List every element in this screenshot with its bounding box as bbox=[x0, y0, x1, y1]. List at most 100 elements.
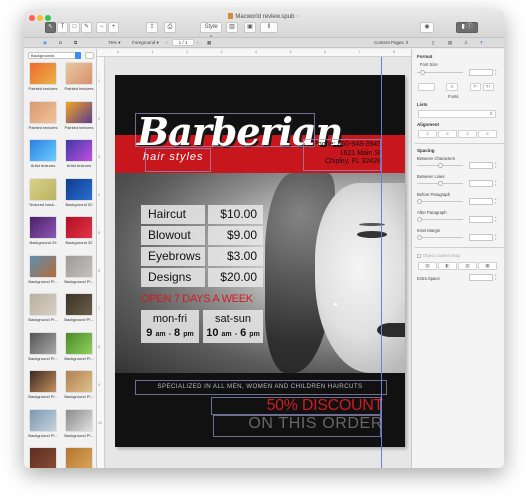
character-spacing-stepper[interactable]: ▴ ▾ bbox=[495, 161, 498, 169]
font-color-well[interactable] bbox=[418, 83, 435, 91]
inspector-tab-layout[interactable]: ▤ bbox=[448, 40, 452, 46]
decrease-font-button[interactable]: T- bbox=[470, 83, 481, 91]
background-thumbnail[interactable]: Painted textures bbox=[27, 101, 59, 130]
before-paragraph-stepper[interactable]: ▴ ▾ bbox=[495, 197, 498, 205]
zoom-out-button[interactable]: − bbox=[96, 22, 107, 33]
page-next-button[interactable]: › bbox=[197, 40, 199, 45]
after-paragraph-field[interactable] bbox=[469, 216, 493, 223]
inset-margin-field[interactable] bbox=[469, 234, 493, 241]
vertical-ruler: 1 2 3 4 5 6 7 8 9 10 bbox=[97, 57, 105, 468]
background-thumbnail[interactable]: Background Pl... bbox=[63, 294, 95, 322]
wrap-left-button[interactable]: ◧ bbox=[438, 262, 457, 270]
columns-button[interactable]: ▥ bbox=[226, 22, 238, 33]
background-thumbnail[interactable]: Background Pl... bbox=[63, 332, 95, 361]
sidebar-tab-pages[interactable]: ⧉ bbox=[74, 40, 77, 45]
font-size-field[interactable] bbox=[469, 69, 493, 76]
extra-space-field[interactable] bbox=[469, 274, 493, 281]
increase-font-button[interactable]: T+ bbox=[483, 83, 494, 91]
layout-guide[interactable] bbox=[381, 57, 382, 468]
align-justify-button[interactable]: ≡ bbox=[478, 130, 497, 138]
align-center-button[interactable]: ≡ bbox=[438, 130, 457, 138]
inset-margin-stepper[interactable]: ▴ ▾ bbox=[495, 233, 498, 241]
wrap-none-button[interactable]: ▤ bbox=[418, 262, 437, 270]
thumbnail-image bbox=[30, 217, 56, 238]
background-thumbnail[interactable] bbox=[27, 448, 59, 468]
pen-tool-button[interactable]: ✎ bbox=[81, 22, 92, 33]
character-spacing-field[interactable] bbox=[469, 162, 493, 169]
background-thumbnail[interactable] bbox=[63, 448, 95, 468]
before-paragraph-field[interactable] bbox=[469, 198, 493, 205]
selection-box-contact bbox=[303, 139, 381, 171]
style-menu-button[interactable]: Style ⌄ bbox=[200, 22, 222, 39]
selection-box-brand bbox=[135, 113, 315, 147]
sidebar-tab-photos[interactable]: ◘ bbox=[59, 40, 62, 45]
object-wrap-checkbox[interactable]: Object causes wrap bbox=[417, 253, 460, 258]
divider bbox=[415, 247, 504, 248]
background-thumbnail[interactable]: Background 29 bbox=[27, 217, 59, 245]
background-thumbnail[interactable]: Background 02 bbox=[63, 178, 95, 207]
ruler-tick-label: 8 bbox=[393, 50, 395, 54]
after-paragraph-stepper[interactable]: ▴ ▾ bbox=[495, 215, 498, 223]
flyer-page[interactable]: Barberian hair styles Phone: 850-948-394… bbox=[115, 75, 405, 447]
wrap-right-button[interactable]: ▥ bbox=[458, 262, 477, 270]
align-left-button[interactable]: ≡ bbox=[418, 130, 437, 138]
page-prev-button[interactable]: ‹ bbox=[166, 40, 168, 45]
inspector-tab-object[interactable]: ♙ bbox=[464, 40, 468, 46]
background-thumbnail[interactable]: Painted textures bbox=[63, 101, 95, 130]
align-right-button[interactable]: ≡ bbox=[458, 130, 477, 138]
background-thumbnail[interactable]: Background Pl... bbox=[63, 371, 95, 399]
open-days-text[interactable]: OPEN 7 DAYS A WEEK bbox=[141, 293, 253, 305]
background-thumbnail[interactable]: Background 32 bbox=[63, 217, 95, 245]
share-button[interactable]: ⇪ bbox=[146, 22, 158, 33]
before-paragraph-slider[interactable] bbox=[417, 199, 463, 204]
background-thumbnail[interactable]: Background Pl... bbox=[63, 409, 95, 438]
thumbnail-image bbox=[66, 409, 92, 431]
shape-tool-button[interactable]: □ bbox=[69, 22, 80, 33]
background-thumbnail[interactable]: Background Pl... bbox=[27, 255, 59, 284]
character-spacing-slider[interactable] bbox=[417, 163, 463, 168]
background-thumbnail[interactable]: Artist textures bbox=[63, 140, 95, 168]
layer-select[interactable]: Foreground ▾ bbox=[132, 40, 159, 46]
line-spacing-slider[interactable] bbox=[417, 181, 463, 186]
inspector-tab-text[interactable]: T bbox=[480, 40, 483, 45]
background-thumbnail[interactable]: Background Pl... bbox=[27, 332, 59, 361]
background-thumbnail[interactable]: Background Pl... bbox=[63, 255, 95, 284]
font-size-stepper[interactable]: ▴ ▾ bbox=[495, 68, 498, 76]
sidebar-tab-library[interactable]: ◉ bbox=[43, 40, 47, 46]
wrap-around-button[interactable]: ▦ bbox=[478, 262, 497, 270]
zoom-level-select[interactable]: 75% ▾ bbox=[108, 40, 121, 46]
inspector-tab-document[interactable]: ▯ bbox=[432, 40, 434, 46]
after-paragraph-slider[interactable] bbox=[417, 217, 463, 222]
content-pages-select[interactable]: Content Pages ⇕ bbox=[374, 40, 409, 46]
price-menu[interactable]: Haircut $10.00 Blowout $9.00 Eyebrows $3.00… bbox=[141, 205, 263, 289]
background-thumbnail[interactable]: Painted textures bbox=[63, 63, 95, 91]
hours-weekend[interactable]: sat-sun 10 am - 6 pm bbox=[203, 310, 263, 343]
font-size-slider[interactable] bbox=[417, 70, 463, 75]
print-button[interactable]: ⎙ bbox=[164, 22, 176, 33]
background-thumbnail[interactable]: Background Pl... bbox=[27, 371, 59, 399]
select-tool-button[interactable]: ↖ bbox=[45, 22, 56, 33]
category-select[interactable]: Backgrounds bbox=[28, 52, 81, 59]
zoom-in-button[interactable]: + bbox=[108, 22, 119, 33]
background-thumbnail[interactable]: Artist textures bbox=[27, 140, 59, 168]
fonts-button[interactable]: A bbox=[446, 83, 458, 91]
lists-select[interactable]: ⇕ bbox=[418, 110, 496, 118]
preview-button[interactable]: ◉ bbox=[420, 22, 434, 33]
extra-space-stepper[interactable]: ▴ ▾ bbox=[495, 273, 498, 281]
background-thumbnail[interactable]: Painted textures bbox=[27, 63, 59, 91]
hours-weekday[interactable]: mon-fri 9 am - 8 pm bbox=[141, 310, 199, 343]
panel-toggle-button[interactable]: ▮ ⓘ bbox=[456, 22, 478, 33]
page-number-field[interactable]: 1 / 1 bbox=[172, 39, 194, 46]
text-tool-button[interactable]: T bbox=[57, 22, 68, 33]
background-thumbnail[interactable]: Textured back... bbox=[27, 178, 59, 207]
background-thumbnail[interactable]: Background Pl... bbox=[27, 294, 59, 322]
barcode-button[interactable]: ⦀ bbox=[260, 22, 278, 33]
inset-margin-slider[interactable] bbox=[417, 235, 463, 240]
line-spacing-stepper[interactable]: ▴ ▾ bbox=[495, 179, 498, 187]
background-thumbnail[interactable]: Background Pl... bbox=[27, 409, 59, 438]
image-button[interactable]: ▣ bbox=[244, 22, 256, 33]
line-spacing-field[interactable] bbox=[469, 180, 493, 187]
grid-button[interactable]: ▦ bbox=[207, 40, 211, 46]
thumbnail-label: Painted textures bbox=[28, 124, 58, 130]
sidebar-search-button[interactable] bbox=[85, 52, 94, 59]
